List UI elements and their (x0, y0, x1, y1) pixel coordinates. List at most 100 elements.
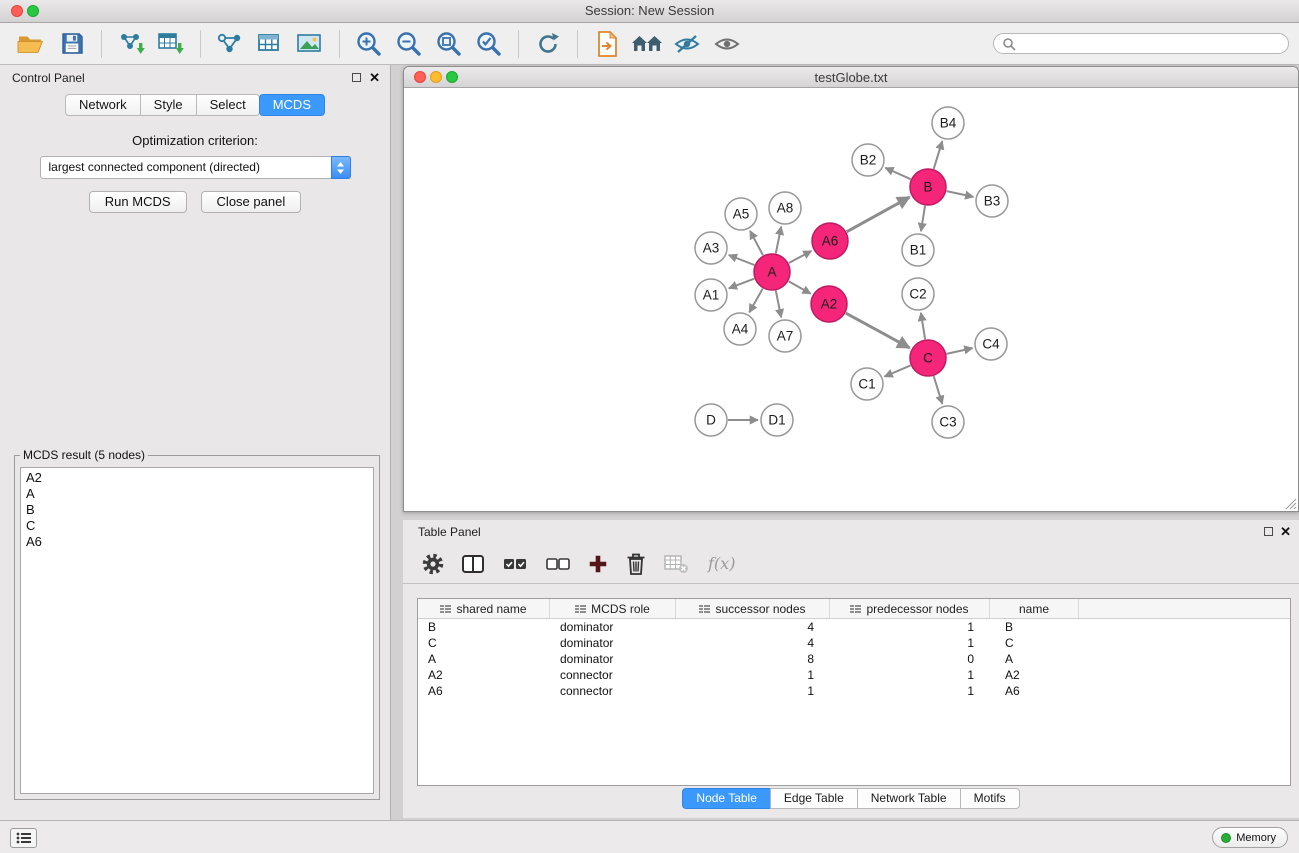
graph-edge[interactable] (885, 365, 911, 376)
graph-edge[interactable] (847, 197, 910, 232)
table-row[interactable]: Cdominator41C (418, 635, 1290, 651)
tab-select[interactable]: Select (196, 94, 260, 116)
list-item[interactable]: A6 (26, 534, 368, 550)
table-settings-button[interactable] (421, 552, 445, 576)
graph-edge[interactable] (921, 313, 925, 339)
titlebar[interactable]: Session: New Session (0, 0, 1299, 23)
graph-edge[interactable] (885, 168, 910, 179)
column-header-predecessor-nodes[interactable]: predecessor nodes (830, 599, 990, 618)
save-session-button[interactable] (52, 27, 92, 61)
dropdown-stepper[interactable] (331, 156, 351, 179)
deselect-all-button[interactable] (544, 552, 572, 576)
table-cell[interactable]: 1 (830, 683, 990, 699)
show-details-button[interactable] (707, 27, 747, 61)
graph-edge[interactable] (934, 376, 943, 404)
import-network-button[interactable] (111, 27, 151, 61)
table-cell[interactable]: dominator (550, 651, 676, 667)
network-window-titlebar[interactable]: testGlobe.txt (404, 67, 1298, 88)
import-table-button[interactable] (151, 27, 191, 61)
tab-motifs[interactable]: Motifs (960, 788, 1020, 809)
column-header-mcds-role[interactable]: MCDS role (550, 599, 676, 618)
new-network-button[interactable] (210, 27, 250, 61)
tab-network[interactable]: Network (65, 94, 141, 116)
table-cell[interactable]: A2 (418, 667, 550, 683)
table-cell[interactable]: 1 (676, 667, 830, 683)
graph-edge[interactable] (749, 289, 762, 313)
table-cell[interactable]: 0 (830, 651, 990, 667)
network-canvas[interactable]: AA1A2A3A4A5A6A7A8BB1B2B3B4CC1C2C3C4DD1 (404, 89, 1298, 511)
graph-edge[interactable] (947, 348, 973, 354)
resize-grip-icon[interactable] (1285, 498, 1297, 510)
column-header-shared-name[interactable]: shared name (418, 599, 550, 618)
minimize-network-window-button[interactable] (430, 71, 442, 83)
function-builder-button[interactable]: f(x) (708, 554, 735, 573)
zoom-network-window-button[interactable] (446, 71, 458, 83)
create-column-button[interactable] (587, 553, 609, 575)
table-cell[interactable]: 4 (676, 635, 830, 651)
zoom-fit-button[interactable] (429, 27, 469, 61)
table-cell[interactable]: C (990, 635, 1079, 651)
tab-node-table[interactable]: Node Table (682, 788, 771, 809)
table-row[interactable]: Adominator80A (418, 651, 1290, 667)
zoom-selected-button[interactable] (469, 27, 509, 61)
close-panel-icon[interactable]: ✕ (369, 70, 380, 86)
search-input[interactable] (1021, 37, 1280, 51)
close-panel-icon[interactable]: ✕ (1280, 524, 1291, 540)
show-columns-button[interactable] (460, 552, 486, 576)
open-session-button[interactable] (12, 27, 52, 61)
select-all-button[interactable] (501, 552, 529, 576)
memory-button[interactable]: Memory (1212, 827, 1288, 848)
zoom-in-button[interactable] (349, 27, 389, 61)
list-item[interactable]: A2 (26, 470, 368, 486)
column-header-name[interactable]: name (990, 599, 1079, 618)
float-panel-icon[interactable] (352, 73, 361, 82)
table-cell[interactable]: connector (550, 683, 676, 699)
list-item[interactable]: A (26, 486, 368, 502)
close-window-button[interactable] (11, 5, 23, 17)
zoom-out-button[interactable] (389, 27, 429, 61)
graph-edge[interactable] (729, 255, 755, 265)
hide-details-button[interactable] (667, 27, 707, 61)
graph-edge[interactable] (947, 191, 974, 197)
table-cell[interactable]: A6 (418, 683, 550, 699)
table-row[interactable]: A2connector11A2 (418, 667, 1290, 683)
graph-edge[interactable] (750, 231, 763, 255)
search-field[interactable] (993, 33, 1289, 54)
tab-edge-table[interactable]: Edge Table (770, 788, 858, 809)
run-mcds-button[interactable]: Run MCDS (89, 191, 187, 213)
table-cell[interactable]: B (418, 619, 550, 635)
table-cell[interactable]: 8 (676, 651, 830, 667)
table-cell[interactable]: 1 (830, 667, 990, 683)
graph-edge[interactable] (789, 251, 812, 263)
refresh-button[interactable] (528, 27, 568, 61)
table-cell[interactable]: dominator (550, 635, 676, 651)
close-network-window-button[interactable] (414, 71, 426, 83)
graph-edge[interactable] (921, 206, 925, 231)
new-table-button[interactable] (250, 27, 290, 61)
graph-edge[interactable] (789, 281, 811, 293)
table-cell[interactable]: B (990, 619, 1079, 635)
graph-edge[interactable] (729, 279, 754, 289)
tab-style[interactable]: Style (140, 94, 197, 116)
graph-edge[interactable] (934, 141, 943, 169)
table-row[interactable]: Bdominator41B (418, 619, 1290, 635)
column-header-successor-nodes[interactable]: successor nodes (676, 599, 830, 618)
table-cell[interactable]: connector (550, 667, 676, 683)
table-cell[interactable]: A (990, 651, 1079, 667)
table-cell[interactable]: 1 (676, 683, 830, 699)
graph-edge[interactable] (776, 227, 781, 254)
table-cell[interactable]: A2 (990, 667, 1079, 683)
delete-table-button[interactable] (663, 553, 689, 575)
close-panel-button[interactable]: Close panel (201, 191, 302, 213)
list-item[interactable]: B (26, 502, 368, 518)
table-cell[interactable]: A (418, 651, 550, 667)
table-cell[interactable]: A6 (990, 683, 1079, 699)
delete-column-button[interactable] (624, 551, 648, 577)
network-window[interactable]: testGlobe.txt AA1A2A3A4A5A6A7A8BB1B2B3B4… (403, 66, 1299, 512)
table-row[interactable]: A6connector11A6 (418, 683, 1290, 699)
tab-mcds[interactable]: MCDS (259, 94, 325, 116)
table-cell[interactable]: C (418, 635, 550, 651)
graph-edge[interactable] (776, 291, 781, 318)
graph-edge[interactable] (846, 313, 910, 348)
table-cell[interactable]: 1 (830, 619, 990, 635)
